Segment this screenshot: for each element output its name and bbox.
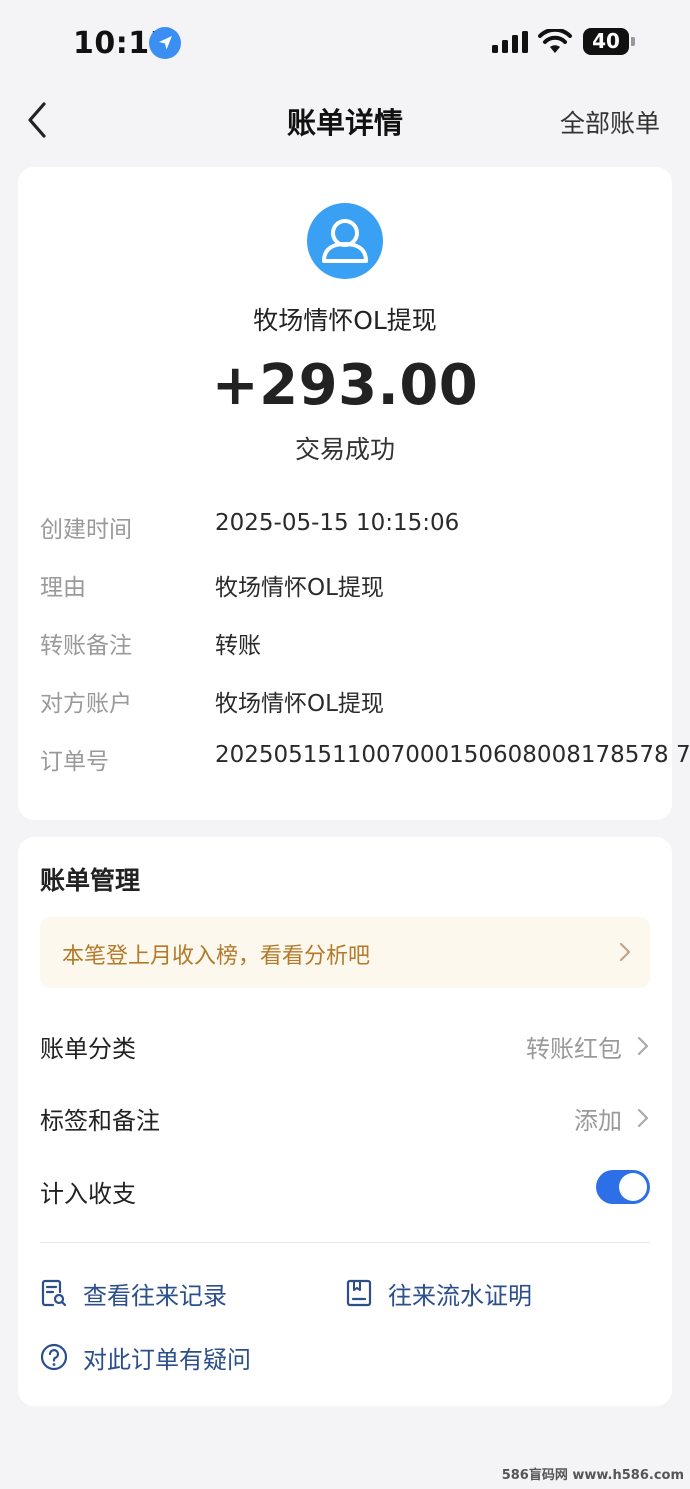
document-proof-icon	[346, 1279, 372, 1307]
detail-label: 理由	[40, 575, 86, 601]
banner-text: 本笔登上月收入榜，看看分析吧	[62, 944, 371, 969]
detail-label: 订单号	[40, 749, 109, 775]
bill-category-row[interactable]: 账单分类 转账红包	[40, 1023, 650, 1067]
transaction-amount: +293.00	[211, 353, 479, 418]
detail-row-created-time: 创建时间 2025-05-15 10:15:06	[40, 510, 660, 546]
status-bar: 10:15 40	[0, 0, 690, 84]
link-label: 对此订单有疑问	[83, 1346, 251, 1374]
merchant-name: 牧场情怀OL提现	[253, 306, 437, 335]
detail-row-transfer-note: 转账备注 转账	[40, 626, 660, 662]
all-bills-link[interactable]: 全部账单	[560, 104, 660, 140]
wifi-icon	[538, 29, 572, 53]
detail-value: 牧场情怀OL提现	[215, 691, 384, 717]
row-value: 添加	[574, 1107, 622, 1135]
detail-row-counterparty: 对方账户 牧场情怀OL提现	[40, 684, 660, 720]
transaction-status: 交易成功	[294, 435, 395, 464]
user-avatar-icon	[307, 203, 383, 279]
detail-value: 牧场情怀OL提现	[215, 575, 384, 601]
detail-row-order-number: 订单号 2025051511007000150608008178578 7	[40, 742, 690, 778]
battery-cap	[631, 37, 635, 46]
detail-label: 转账备注	[40, 633, 132, 659]
location-arrow-icon	[149, 27, 181, 59]
link-label: 往来流水证明	[388, 1282, 532, 1310]
question-circle-icon	[40, 1343, 68, 1371]
detail-label: 创建时间	[40, 517, 132, 543]
link-label: 查看往来记录	[83, 1282, 227, 1310]
income-rank-banner[interactable]: 本笔登上月收入榜，看看分析吧	[40, 917, 650, 988]
toggle-knob	[619, 1173, 647, 1201]
back-chevron-icon[interactable]	[24, 100, 54, 140]
divider	[40, 1242, 650, 1243]
chevron-right-icon	[619, 942, 631, 962]
tags-notes-row[interactable]: 标签和备注 添加	[40, 1095, 650, 1139]
row-label: 标签和备注	[40, 1107, 160, 1135]
watermark: 586盲码网 www.h586.com	[501, 1468, 684, 1483]
section-title: 账单管理	[40, 866, 141, 895]
nav-bar: 账单详情 全部账单	[0, 84, 690, 156]
cellular-signal-icon	[492, 31, 528, 53]
detail-label: 对方账户	[40, 691, 132, 717]
chevron-right-icon	[637, 1108, 649, 1128]
chevron-right-icon	[637, 1036, 649, 1056]
battery-level: 40	[583, 28, 629, 55]
detail-value: 转账	[215, 633, 261, 659]
bill-management-card: 账单管理 本笔登上月收入榜，看看分析吧 账单分类 转账红包 标签和备注 添加 计…	[18, 837, 672, 1406]
records-search-icon	[41, 1279, 67, 1307]
battery-indicator: 40	[583, 28, 635, 55]
row-value: 转账红包	[526, 1035, 622, 1063]
detail-row-reason: 理由 牧场情怀OL提现	[40, 568, 660, 604]
order-number-value[interactable]: 2025051511007000150608008178578 7	[215, 742, 690, 768]
transaction-card: 牧场情怀OL提现 +293.00 交易成功 创建时间 2025-05-15 10…	[18, 167, 690, 820]
row-label: 账单分类	[40, 1035, 136, 1063]
detail-value: 2025-05-15 10:15:06	[215, 510, 460, 536]
count-in-budget-row: 计入收支	[40, 1168, 650, 1212]
row-label: 计入收支	[40, 1180, 136, 1208]
count-in-budget-toggle[interactable]	[596, 1170, 650, 1204]
